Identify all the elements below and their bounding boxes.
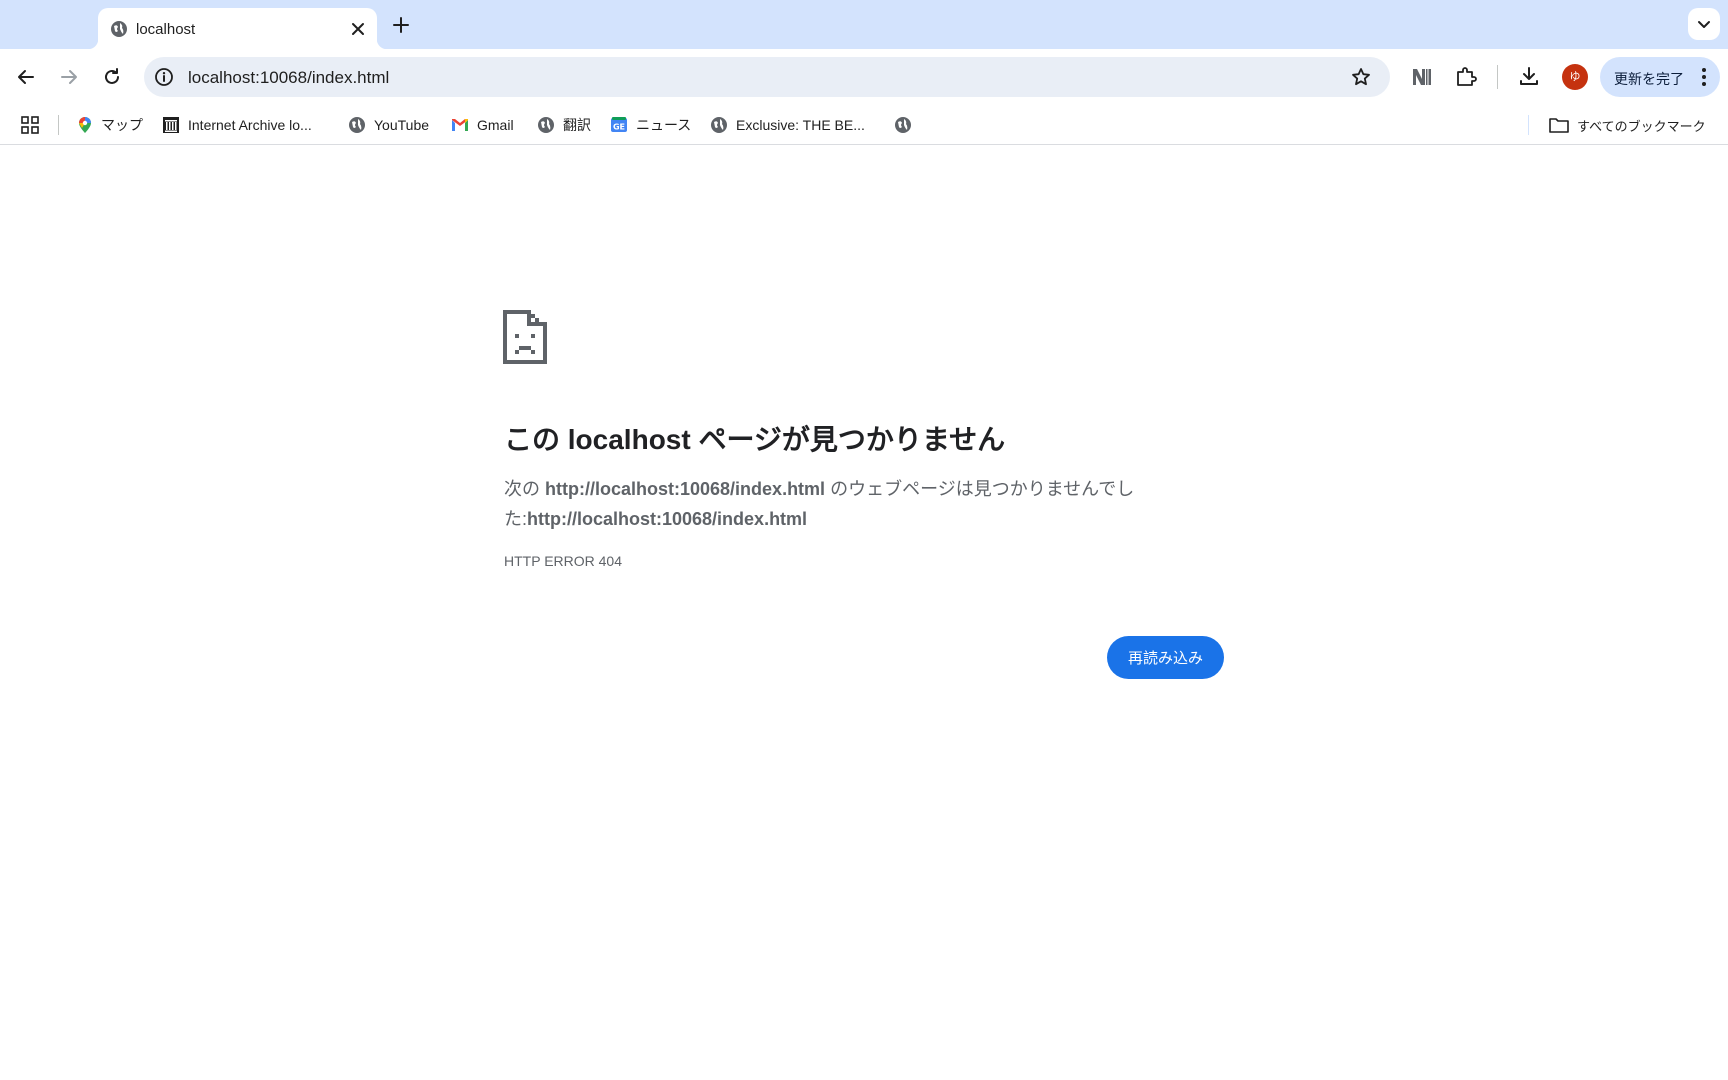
bookmark-maps[interactable]: マップ bbox=[77, 113, 143, 137]
error-code: HTTP ERROR 404 bbox=[504, 553, 622, 569]
extension-n-icon[interactable] bbox=[1409, 64, 1435, 90]
bookmark-label: マップ bbox=[101, 117, 143, 133]
globe-icon bbox=[111, 21, 127, 37]
reload-icon[interactable] bbox=[99, 64, 125, 90]
maps-pin-icon bbox=[79, 117, 91, 133]
star-icon[interactable] bbox=[1350, 66, 1372, 88]
back-arrow-icon[interactable] bbox=[13, 64, 39, 90]
desc-url: http://localhost:10068/index.html bbox=[545, 479, 826, 499]
tab-localhost[interactable]: localhost bbox=[88, 8, 387, 49]
bookmark-label: 翻訳 bbox=[563, 117, 591, 133]
address-bar[interactable]: localhost:10068/index.html bbox=[144, 57, 1390, 97]
kebab-menu-icon[interactable] bbox=[1701, 67, 1707, 87]
apps-grid-icon[interactable] bbox=[21, 116, 39, 134]
globe-icon bbox=[349, 117, 365, 133]
sad-document-icon bbox=[503, 310, 547, 364]
update-button-label: 更新を完了 bbox=[1614, 71, 1684, 87]
bookmark-translate[interactable]: 翻訳 bbox=[537, 113, 591, 137]
bookmarks-separator bbox=[58, 115, 59, 135]
globe-icon bbox=[895, 117, 911, 133]
bookmark-label: Exclusive: THE BE... bbox=[736, 117, 865, 133]
error-heading: この localhost ページが見つかりません bbox=[504, 424, 1006, 455]
update-button[interactable]: 更新を完了 bbox=[1600, 57, 1720, 97]
bookmarks-separator bbox=[1528, 115, 1529, 135]
svg-text:GE: GE bbox=[613, 123, 625, 132]
desc-prefix: 次の bbox=[504, 479, 546, 499]
url-text[interactable]: localhost:10068/index.html bbox=[188, 68, 389, 88]
toolbar-separator bbox=[1497, 65, 1498, 89]
bookmark-news[interactable]: GE ニュース bbox=[610, 113, 691, 137]
bookmark-gmail[interactable]: Gmail bbox=[451, 113, 514, 137]
download-icon[interactable] bbox=[1516, 64, 1542, 90]
news-icon: GE bbox=[611, 117, 627, 132]
bookmark-label: YouTube bbox=[374, 117, 430, 133]
folder-icon bbox=[1549, 118, 1569, 133]
bookmark-label: Gmail bbox=[477, 117, 514, 133]
bookmark-internet-archive[interactable]: Internet Archive lo... bbox=[162, 113, 312, 137]
puzzle-icon[interactable] bbox=[1453, 64, 1479, 90]
bookmark-exclusive[interactable]: Exclusive: THE BE... bbox=[710, 113, 865, 137]
archive-icon bbox=[163, 117, 179, 133]
globe-icon bbox=[711, 117, 727, 133]
chevron-down-icon bbox=[1698, 21, 1710, 28]
bookmark-label: Internet Archive lo... bbox=[188, 117, 312, 133]
avatar[interactable]: ゆ bbox=[1562, 64, 1588, 90]
bookmark-label: ニュース bbox=[636, 117, 692, 133]
toolbar: localhost:10068/index.html ゆ 更新を完了 bbox=[0, 49, 1728, 105]
reload-button[interactable]: 再読み込み bbox=[1107, 636, 1224, 679]
close-icon[interactable] bbox=[348, 19, 368, 39]
all-bookmarks-button[interactable]: すべてのブックマーク bbox=[1549, 113, 1706, 137]
all-bookmarks-label: すべてのブックマーク bbox=[1577, 118, 1706, 134]
plus-icon[interactable] bbox=[390, 14, 412, 36]
desc-url-repeat: http://localhost:10068/index.html bbox=[527, 509, 808, 529]
tab-strip: localhost bbox=[0, 0, 1728, 49]
bookmark-youtube[interactable]: YouTube bbox=[348, 113, 429, 137]
forward-arrow-icon[interactable] bbox=[56, 64, 82, 90]
bookmark-unnamed[interactable] bbox=[894, 113, 920, 137]
bookmarks-bar: マップ Internet Archive lo... YouTube Gmail bbox=[0, 105, 1728, 145]
tab-title: localhost bbox=[136, 21, 196, 38]
error-description: 次の http://localhost:10068/index.html のウェ… bbox=[504, 474, 1164, 534]
gmail-icon bbox=[452, 119, 468, 131]
tab-search-button[interactable] bbox=[1688, 8, 1720, 40]
globe-icon bbox=[538, 117, 554, 133]
info-icon[interactable] bbox=[154, 67, 174, 87]
